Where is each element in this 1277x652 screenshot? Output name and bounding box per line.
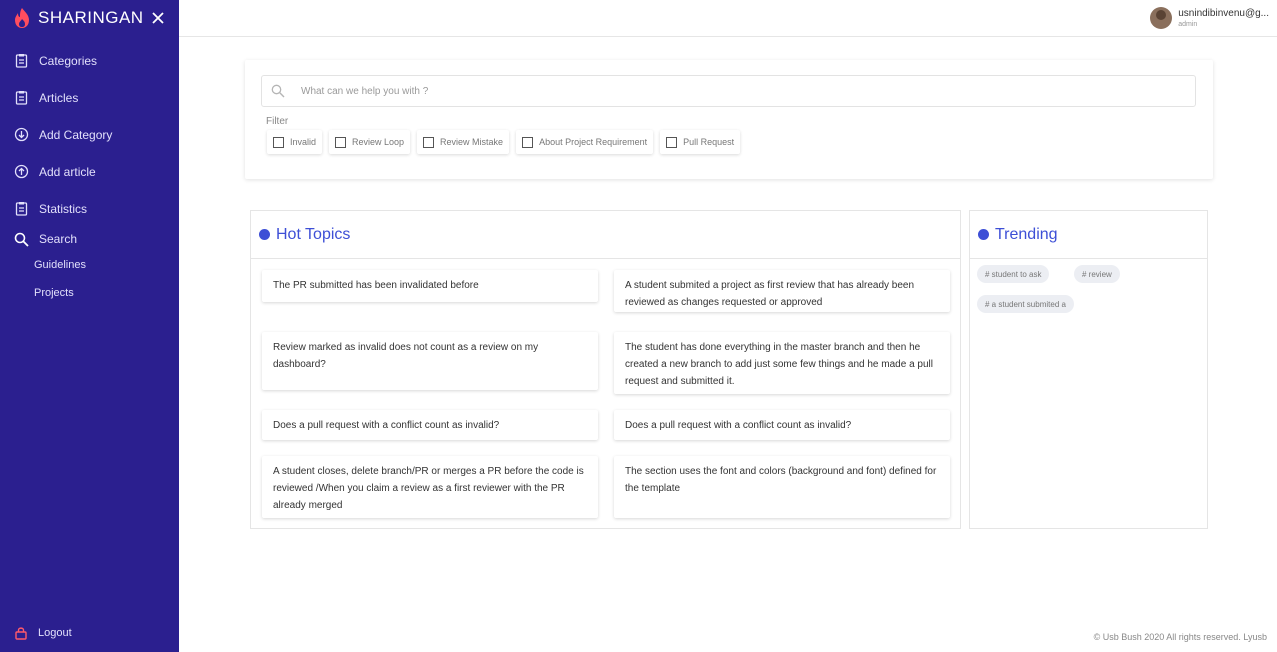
checkbox[interactable] (522, 136, 534, 148)
avatar[interactable] (1150, 7, 1173, 29)
circle-down-icon (14, 127, 29, 142)
topic-card[interactable]: A student closes, delete branch/PR or me… (262, 456, 598, 518)
checkbox[interactable] (335, 136, 347, 148)
trending-tag[interactable]: # review (1074, 265, 1120, 283)
sidebar-nav: Categories Articles Add Category Add art… (0, 42, 179, 307)
logout-label: Logout (38, 627, 72, 639)
sidebar-item-label: Articles (39, 90, 79, 105)
sidebar-item-statistics[interactable]: Statistics (0, 190, 179, 227)
topic-card[interactable]: The PR submitted has been invalidated be… (262, 270, 598, 302)
shield-icon (978, 229, 989, 240)
search-icon (271, 84, 285, 98)
trending-tag[interactable]: # a student submited a (977, 295, 1074, 313)
sidebar-item-articles[interactable]: Articles (0, 79, 179, 116)
sidebar-item-label: Search (39, 232, 78, 246)
hot-topics-title: Hot Topics (276, 225, 351, 243)
close-icon[interactable] (151, 11, 165, 25)
filter-label-text: Review Loop (352, 137, 405, 147)
trending-title: Trending (995, 225, 1058, 243)
search-input[interactable] (301, 85, 901, 97)
clipboard-icon (15, 91, 28, 105)
logout-button[interactable]: Logout (14, 626, 72, 640)
trending-panel: Trending # student to ask # review # a s… (969, 210, 1208, 529)
filter-label-text: Pull Request (683, 137, 735, 147)
topic-card[interactable]: Review marked as invalid does not count … (262, 332, 598, 390)
topic-card[interactable]: The student has done everything in the m… (614, 332, 950, 394)
user-menu[interactable]: usnindibinvenu@g... admin (1150, 7, 1269, 29)
hot-topics-panel: Hot Topics The PR submitted has been inv… (250, 210, 961, 529)
checkbox[interactable] (423, 136, 435, 148)
flame-icon (15, 8, 29, 28)
clipboard-icon (15, 54, 28, 68)
checkbox[interactable] (666, 136, 678, 148)
filter-review-loop[interactable]: Review Loop (329, 130, 411, 154)
topbar: usnindibinvenu@g... admin (179, 0, 1277, 37)
footer-copyright: © Usb Bush 2020 All rights reserved. Lyu… (1093, 632, 1267, 642)
topic-card[interactable]: Does a pull request with a conflict coun… (262, 410, 598, 440)
sidebar-subitem-guidelines[interactable]: Guidelines (0, 251, 179, 279)
clipboard-icon (15, 202, 28, 216)
sidebar-item-add-article[interactable]: Add article (0, 153, 179, 190)
filter-about-project-requirement[interactable]: About Project Requirement (516, 130, 654, 154)
sidebar-item-search[interactable]: Search (0, 227, 179, 251)
user-email: usnindibinvenu@g... (1178, 8, 1269, 19)
shield-icon (259, 229, 270, 240)
search-icon (14, 232, 29, 247)
topic-card[interactable]: A student submited a project as first re… (614, 270, 950, 312)
user-role: admin (1178, 21, 1198, 28)
sidebar: SHARINGAN Categories Articles Add Catego… (0, 0, 179, 652)
brand: SHARINGAN (0, 0, 179, 36)
sidebar-item-add-category[interactable]: Add Category (0, 116, 179, 153)
sidebar-item-categories[interactable]: Categories (0, 42, 179, 79)
filter-label-text: Invalid (290, 137, 317, 147)
filter-label-text: About Project Requirement (539, 137, 648, 147)
trending-header: Trending (970, 211, 1207, 259)
sidebar-item-label: Categories (39, 53, 98, 68)
sidebar-item-label: Add Category (39, 127, 113, 142)
lock-icon (15, 627, 27, 640)
sidebar-item-label: Add article (39, 164, 96, 179)
trending-tag[interactable]: # student to ask (977, 265, 1050, 283)
search-card: Filter Invalid Review Loop Review Mistak… (245, 60, 1213, 179)
app-name: SHARINGAN (38, 8, 144, 27)
checkbox[interactable] (273, 136, 284, 148)
filter-label-text: Review Mistake (440, 137, 504, 147)
sidebar-item-label: Statistics (39, 201, 88, 216)
filter-label: Filter (266, 116, 289, 127)
search-box[interactable] (261, 75, 1196, 107)
hot-topics-header: Hot Topics (251, 211, 960, 259)
topic-card[interactable]: Does a pull request with a conflict coun… (614, 410, 950, 440)
filter-invalid[interactable]: Invalid (267, 130, 323, 154)
filter-review-mistake[interactable]: Review Mistake (417, 130, 510, 154)
sidebar-subitem-projects[interactable]: Projects (0, 279, 179, 307)
filter-list: Invalid Review Loop Review Mistake About… (267, 130, 747, 154)
topic-card[interactable]: The section uses the font and colors (ba… (614, 456, 950, 518)
circle-up-icon (14, 164, 29, 179)
filter-pull-request[interactable]: Pull Request (660, 130, 741, 154)
